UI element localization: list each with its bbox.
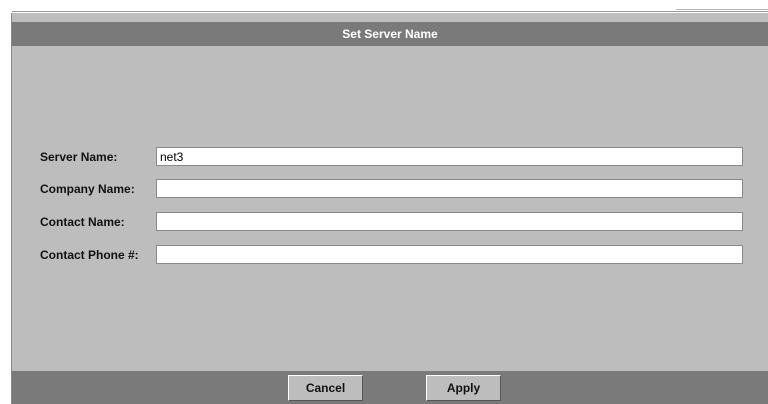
dialog-title: Set Server Name (12, 22, 768, 46)
window-top-strip (0, 0, 768, 13)
button-bar: Cancel Apply (12, 371, 768, 404)
company-name-label: Company Name: (40, 182, 135, 196)
company-name-input[interactable] (156, 179, 743, 198)
contact-phone-label: Contact Phone #: (40, 248, 139, 262)
top-divider (12, 11, 768, 12)
server-name-row: Server Name: (40, 146, 748, 168)
set-server-name-dialog: Set Server Name Server Name: Company Nam… (11, 13, 768, 404)
server-name-label: Server Name: (40, 150, 118, 164)
top-divider-right (676, 9, 768, 10)
contact-name-label: Contact Name: (40, 215, 125, 229)
cancel-button[interactable]: Cancel (288, 375, 363, 401)
contact-name-input[interactable] (156, 212, 743, 231)
server-name-input[interactable] (156, 147, 743, 166)
contact-name-row: Contact Name: (40, 211, 748, 233)
left-edge (0, 13, 11, 404)
apply-button[interactable]: Apply (426, 375, 501, 401)
contact-phone-input[interactable] (156, 245, 743, 264)
contact-phone-row: Contact Phone #: (40, 244, 748, 266)
company-name-row: Company Name: (40, 178, 748, 200)
